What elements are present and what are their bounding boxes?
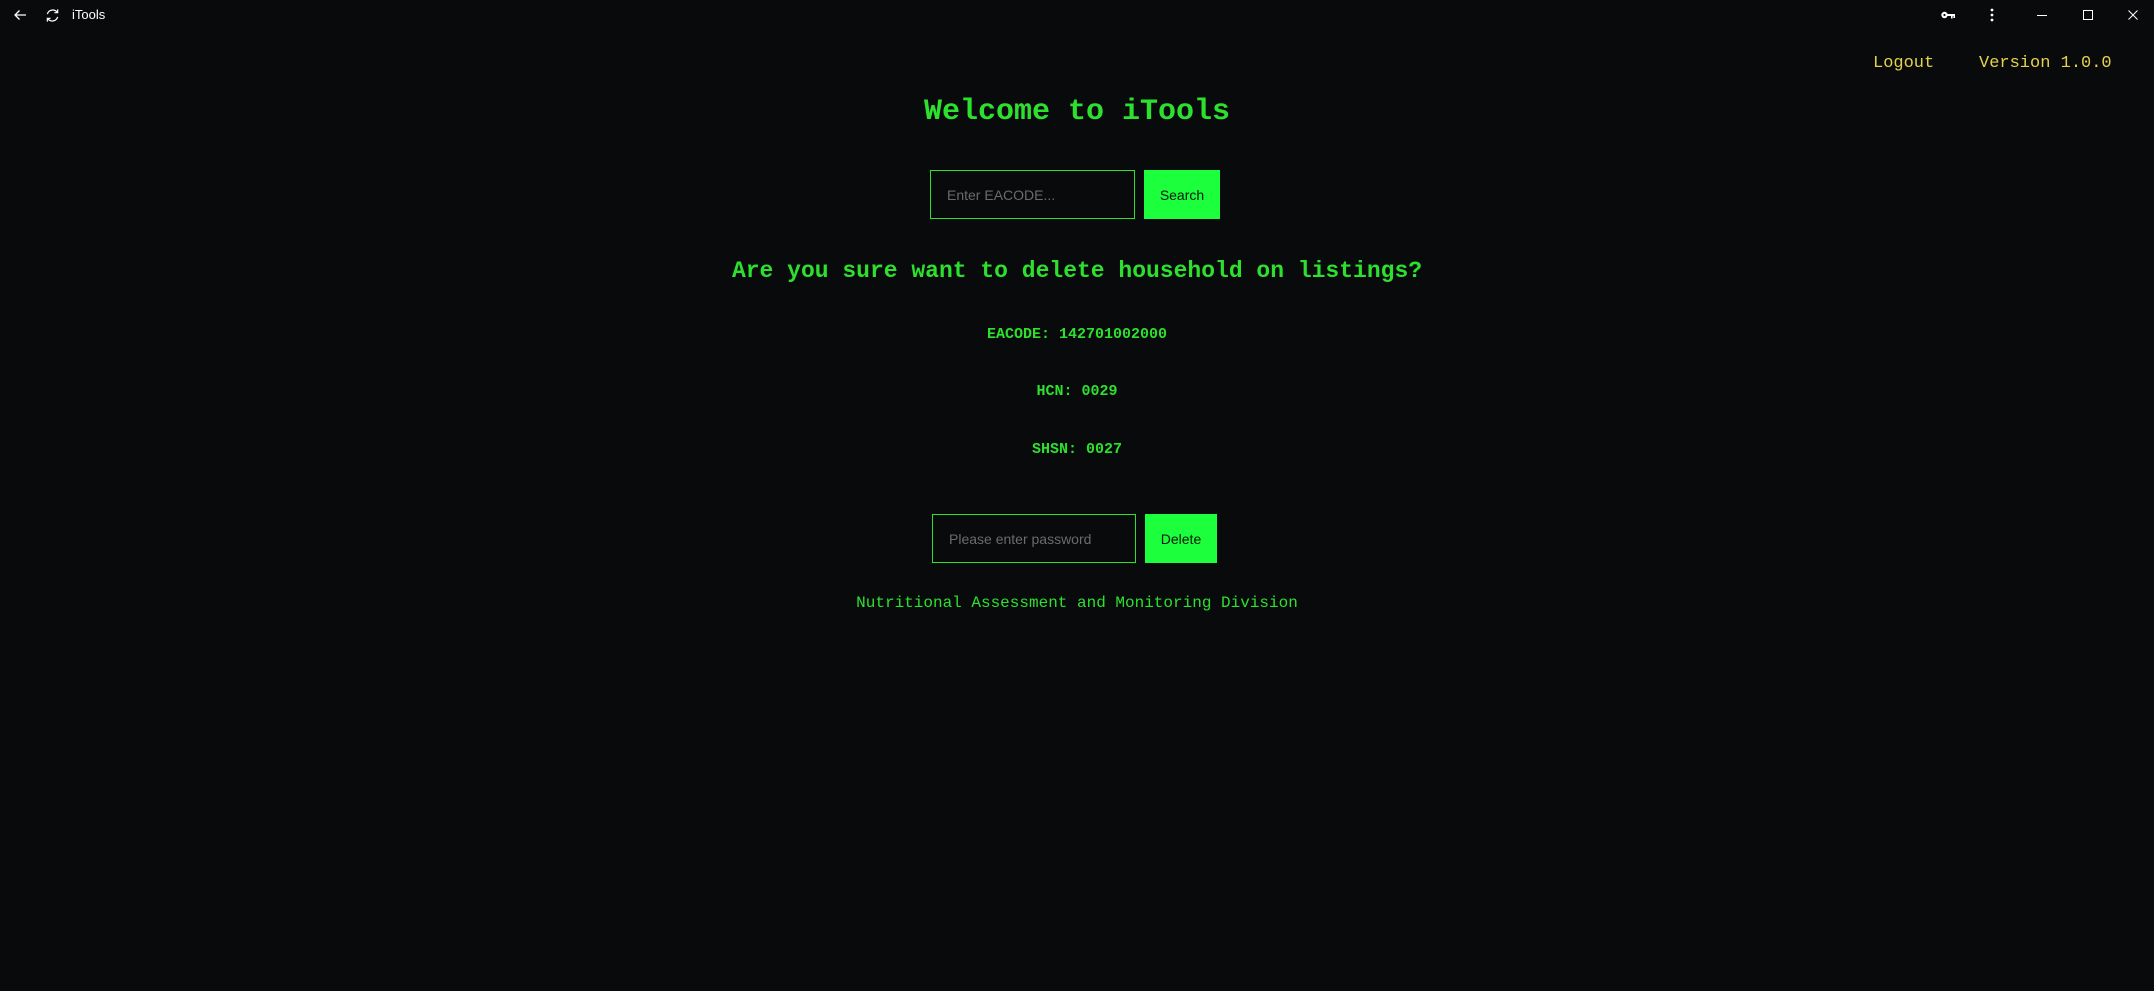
search-form: Search: [930, 170, 1220, 219]
eacode-search-input[interactable]: [930, 170, 1135, 219]
delete-form: Delete: [932, 514, 1217, 563]
delete-confirmation-heading: Are you sure want to delete household on…: [731, 258, 1423, 284]
title-bar: iTools: [0, 0, 2154, 30]
search-button[interactable]: Search: [1144, 170, 1220, 219]
refresh-icon[interactable]: [38, 0, 66, 30]
password-input[interactable]: [932, 514, 1136, 563]
more-vertical-icon[interactable]: [1976, 0, 2008, 30]
back-arrow-icon[interactable]: [6, 0, 34, 30]
logout-link[interactable]: Logout: [1873, 54, 1934, 74]
window-title: iTools: [72, 7, 106, 22]
key-icon[interactable]: [1932, 0, 1964, 30]
delete-button[interactable]: Delete: [1145, 514, 1217, 563]
eacode-detail: EACODE: 142701002000: [986, 326, 1168, 343]
hcn-detail: HCN: 0029: [1036, 383, 1118, 400]
version-link[interactable]: Version 1.0.0: [1979, 54, 2112, 74]
shsn-detail: SHSN: 0027: [1031, 441, 1122, 458]
footer-division-name: Nutritional Assessment and Monitoring Di…: [856, 594, 1298, 612]
minimize-icon[interactable]: [2023, 0, 2061, 30]
maximize-icon[interactable]: [2069, 0, 2107, 30]
close-icon[interactable]: [2114, 0, 2152, 30]
page-title: Welcome to iTools: [923, 95, 1231, 129]
